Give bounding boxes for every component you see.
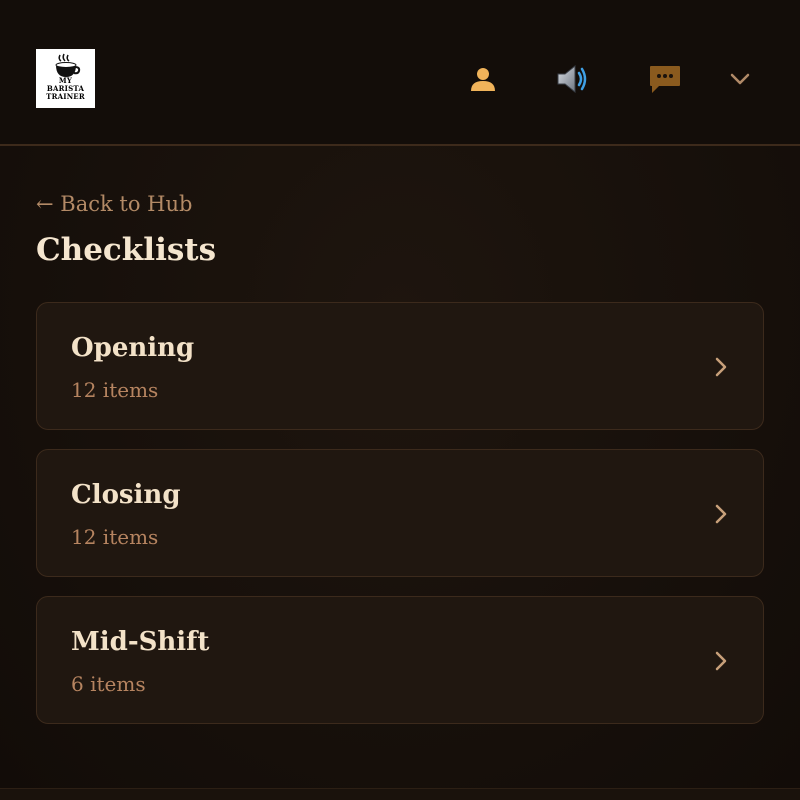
app-logo[interactable]: MY BARISTA TRAINER <box>36 49 95 108</box>
checklist-card-closing[interactable]: Closing 12 items <box>36 449 764 577</box>
chat-button[interactable] <box>644 58 686 100</box>
chevron-right-icon <box>715 357 727 377</box>
checklist-title: Opening <box>71 333 195 363</box>
person-icon <box>471 68 495 91</box>
logo-line-3: TRAINER <box>46 92 85 101</box>
sound-toggle-button[interactable] <box>552 58 594 100</box>
checklist-card-opening[interactable]: Opening 12 items <box>36 302 764 430</box>
bottom-edge-divider <box>0 788 800 800</box>
top-header: MY BARISTA TRAINER <box>0 0 800 146</box>
logo-text: MY BARISTA TRAINER <box>46 77 85 101</box>
checklist-item-count: 12 items <box>71 378 159 402</box>
checklist-card-mid-shift[interactable]: Mid-Shift 6 items <box>36 596 764 724</box>
app-screen: MY BARISTA TRAINER ← Back to Hub Checkli… <box>0 0 800 800</box>
profile-button[interactable] <box>462 58 504 100</box>
chat-bubble-icon <box>650 66 680 93</box>
chevron-right-icon <box>715 651 727 671</box>
menu-dropdown-button[interactable] <box>719 58 761 100</box>
checklist-title: Closing <box>71 480 181 510</box>
page-title: Checklists <box>36 232 217 268</box>
speaker-icon <box>557 64 587 94</box>
chevron-down-icon <box>730 73 750 85</box>
chevron-right-icon <box>715 504 727 524</box>
checklist-list: Opening 12 items Closing 12 items Mid-Sh… <box>36 302 764 743</box>
checklist-item-count: 12 items <box>71 525 159 549</box>
checklist-item-count: 6 items <box>71 672 146 696</box>
checklist-title: Mid-Shift <box>71 627 210 657</box>
back-to-hub-link[interactable]: ← Back to Hub <box>36 192 192 216</box>
